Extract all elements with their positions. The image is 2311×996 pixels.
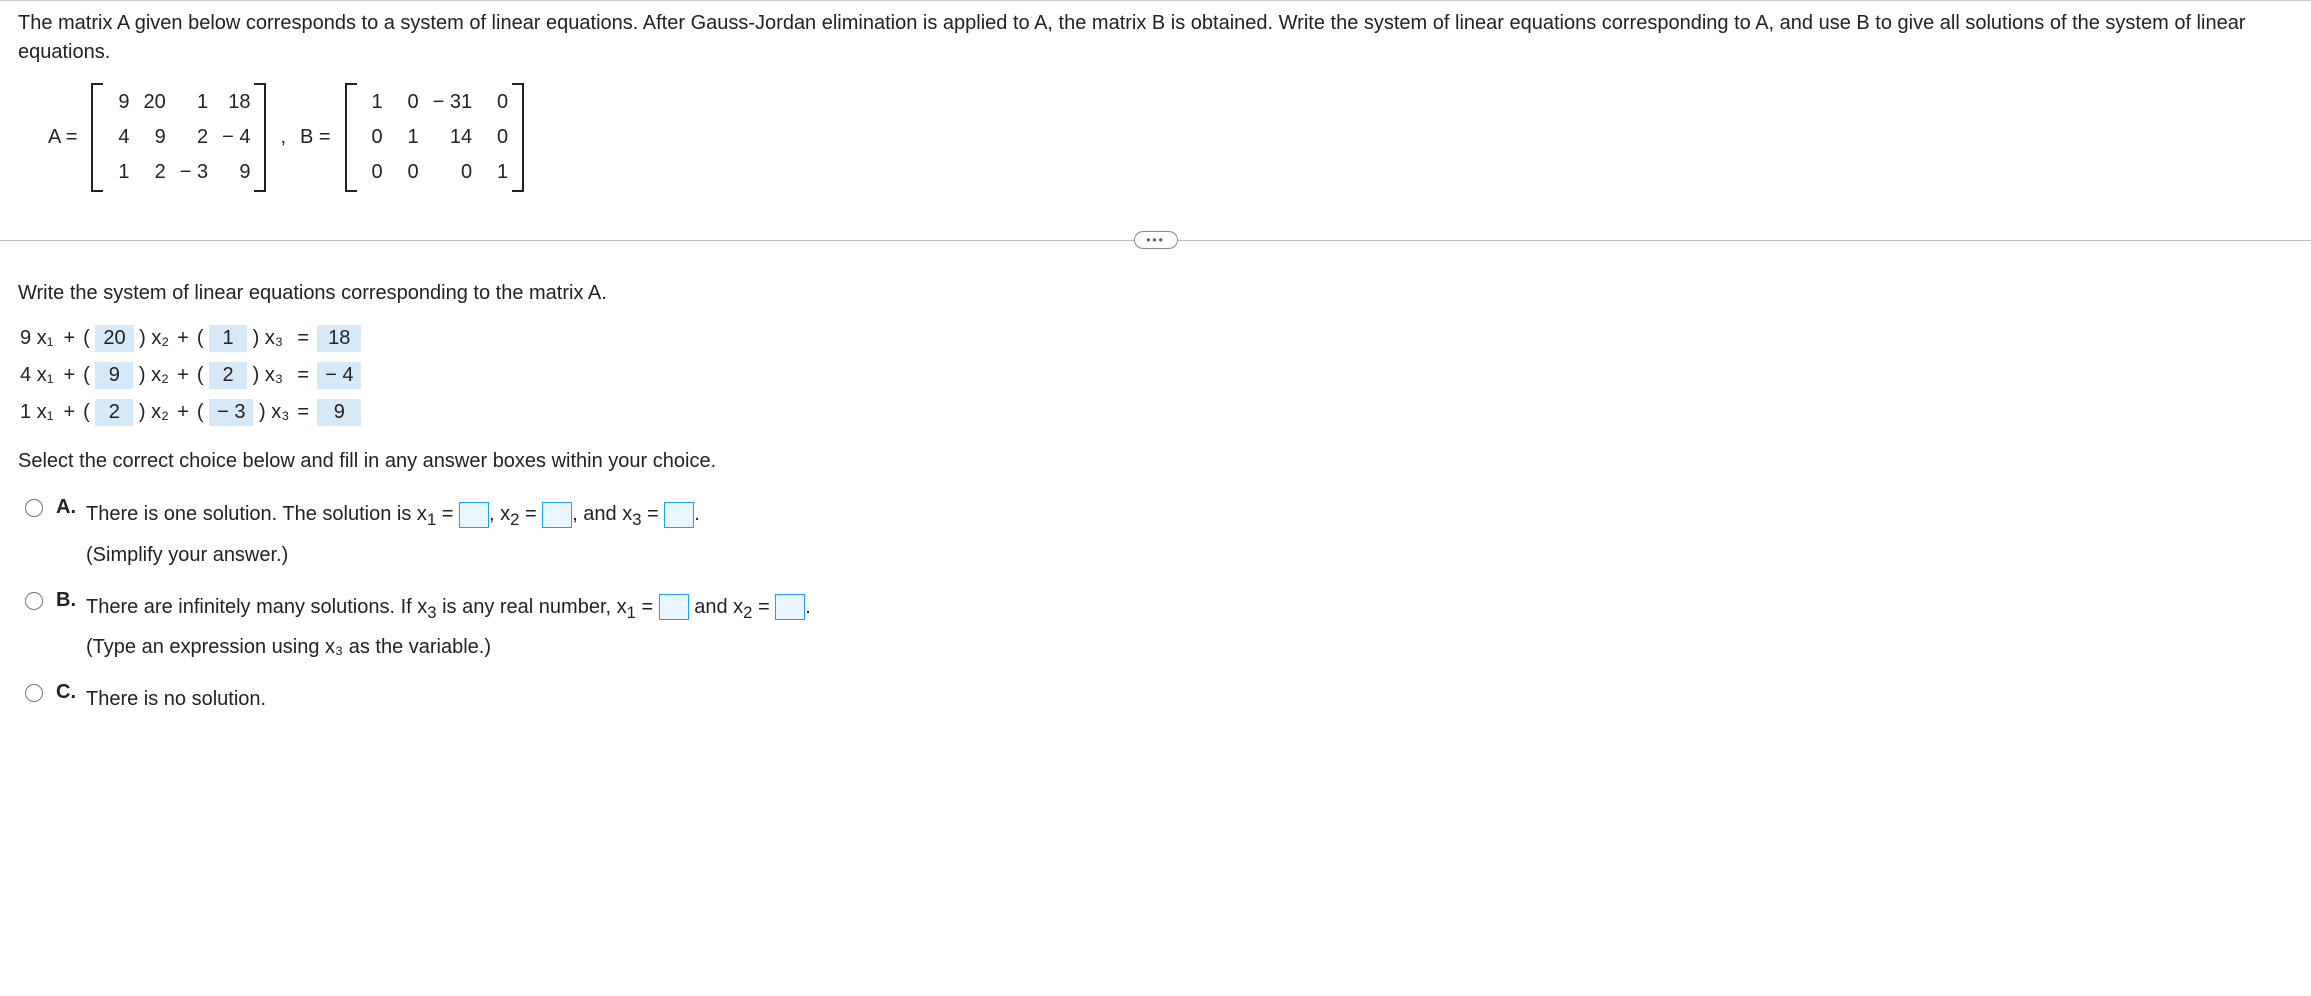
choice-c-radio[interactable] <box>25 684 43 702</box>
eq2-rhs[interactable]: − 4 <box>317 362 361 389</box>
subprompt: Write the system of linear equations cor… <box>18 282 2293 305</box>
eq2-coef-x2[interactable]: 9 <box>95 362 133 389</box>
matrix-b: 10− 310 01140 0001 <box>345 83 524 192</box>
eq3-rhs[interactable]: 9 <box>317 399 361 426</box>
choice-a-x1-input[interactable] <box>459 502 489 528</box>
choice-a-body: There is one solution. The solution is x… <box>86 495 700 574</box>
expand-button[interactable]: ••• <box>1134 231 1178 249</box>
choice-b-x1-input[interactable] <box>659 594 689 620</box>
problem-statement: The matrix A given below corresponds to … <box>18 9 2293 67</box>
choice-b-label: B. <box>56 589 76 612</box>
matrix-b-label: B = <box>300 126 331 149</box>
matrices: A = 920118 492− 4 12− 39 , B = 10− 310 0… <box>18 83 2293 210</box>
choice-c-body: There is no solution. <box>86 680 266 718</box>
choice-b-x2-input[interactable] <box>775 594 805 620</box>
matrix-a-label: A = <box>48 126 77 149</box>
matrix-a: 920118 492− 4 12− 39 <box>91 83 266 192</box>
choice-a-x2-input[interactable] <box>542 502 572 528</box>
eq3-coef-x2[interactable]: 2 <box>95 399 133 426</box>
eq1-coef-x3[interactable]: 1 <box>209 325 247 352</box>
choice-prompt: Select the correct choice below and fill… <box>18 450 2293 473</box>
choice-b-body: There are infinitely many solutions. If … <box>86 588 811 667</box>
choice-a-radio[interactable] <box>25 499 43 517</box>
choice-a-label: A. <box>56 496 76 519</box>
eq1-rhs[interactable]: 18 <box>317 325 361 352</box>
eq2-coef-x3[interactable]: 2 <box>209 362 247 389</box>
choice-a: A. There is one solution. The solution i… <box>18 495 2293 574</box>
comma: , <box>280 126 286 149</box>
choice-c-label: C. <box>56 681 76 704</box>
choice-c: C. There is no solution. <box>18 680 2293 718</box>
choice-b: B. There are infinitely many solutions. … <box>18 588 2293 667</box>
equations: 9 x₁ + ( 20 ) x₂ + ( 1 ) x₃ = 18 4 x₁ + … <box>18 325 2293 426</box>
choice-b-radio[interactable] <box>25 592 43 610</box>
choice-a-x3-input[interactable] <box>664 502 694 528</box>
eq3-coef-x3[interactable]: − 3 <box>209 399 253 426</box>
eq1-coef-x2[interactable]: 20 <box>95 325 133 352</box>
